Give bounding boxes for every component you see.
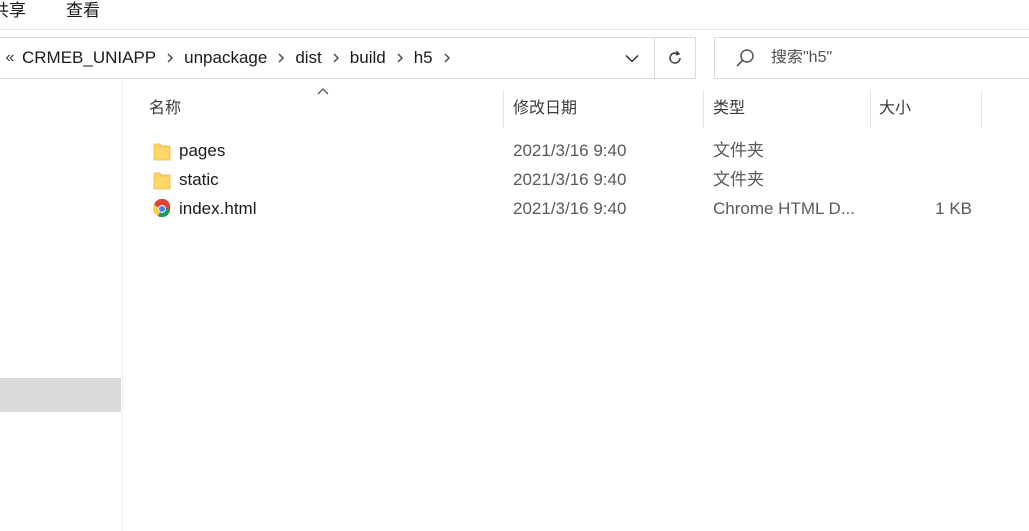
file-date: 2021/3/16 9:40 [513, 170, 627, 189]
search-icon [735, 48, 755, 68]
file-row-static[interactable]: static 2021/3/16 9:40 文件夹 [148, 165, 988, 194]
search-input[interactable] [771, 49, 1011, 67]
navigation-pane[interactable] [0, 80, 123, 531]
column-divider[interactable] [503, 90, 504, 128]
address-bar[interactable]: « CRMEB_UNIAPP unpackage dist build h5 [0, 37, 696, 79]
file-date: 2021/3/16 9:40 [513, 141, 627, 160]
column-divider[interactable] [870, 90, 871, 128]
column-divider[interactable] [703, 90, 704, 128]
file-list[interactable]: 名称 修改日期 类型 大小 pages 2021/3/16 9:40 文件夹 s… [124, 80, 1029, 531]
file-name: static [179, 170, 219, 189]
chevron-down-icon [625, 54, 639, 63]
column-header-name[interactable]: 名称 [149, 96, 181, 124]
file-name: index.html [179, 199, 257, 218]
breadcrumb-overflow-button[interactable]: « [0, 49, 20, 67]
refresh-icon [669, 50, 681, 64]
breadcrumb-item-h5[interactable]: h5 [412, 48, 435, 68]
column-header-date[interactable]: 修改日期 [513, 96, 577, 124]
chevron-right-icon[interactable] [435, 53, 459, 63]
chrome-icon [153, 199, 171, 219]
file-name: pages [179, 141, 226, 160]
breadcrumb-item-dist[interactable]: dist [293, 48, 323, 68]
column-divider[interactable] [981, 90, 982, 128]
breadcrumb-item-crmeb-uniapp[interactable]: CRMEB_UNIAPP [20, 48, 158, 68]
tab-view[interactable]: 查看 [66, 0, 100, 24]
file-type: 文件夹 [713, 170, 764, 189]
file-type: Chrome HTML D... [713, 199, 856, 218]
breadcrumb-item-build[interactable]: build [348, 48, 388, 68]
file-size: 1 KB [935, 199, 972, 218]
search-box[interactable] [714, 37, 1029, 79]
column-header-size[interactable]: 大小 [879, 96, 911, 124]
file-row-index-html[interactable]: index.html 2021/3/16 9:40 Chrome HTML D.… [148, 194, 988, 223]
tab-share[interactable]: 共享 [0, 0, 26, 24]
file-row-pages[interactable]: pages 2021/3/16 9:40 文件夹 [148, 136, 988, 165]
sort-ascending-icon [317, 88, 329, 95]
chevron-right-icon[interactable] [388, 53, 412, 63]
chevron-right-icon[interactable] [324, 53, 348, 63]
folder-icon [153, 141, 171, 161]
chevron-right-icon[interactable] [158, 53, 182, 63]
file-size [918, 165, 972, 194]
breadcrumb: « CRMEB_UNIAPP unpackage dist build h5 [0, 38, 459, 78]
chevron-right-icon[interactable] [269, 53, 293, 63]
file-date: 2021/3/16 9:40 [513, 199, 627, 218]
file-type: 文件夹 [713, 141, 764, 160]
column-header-type[interactable]: 类型 [713, 96, 745, 124]
address-history-dropdown-button[interactable] [611, 38, 653, 78]
breadcrumb-item-unpackage[interactable]: unpackage [182, 48, 269, 68]
file-size [918, 136, 972, 165]
nav-selected-item[interactable] [0, 378, 121, 412]
file-explorer-window: 共享 查看 « CRMEB_UNIAPP unpackage dist buil… [0, 0, 1029, 531]
ribbon-tabs: 共享 查看 [0, 0, 1029, 30]
folder-icon [153, 170, 171, 190]
refresh-button[interactable] [654, 38, 695, 78]
